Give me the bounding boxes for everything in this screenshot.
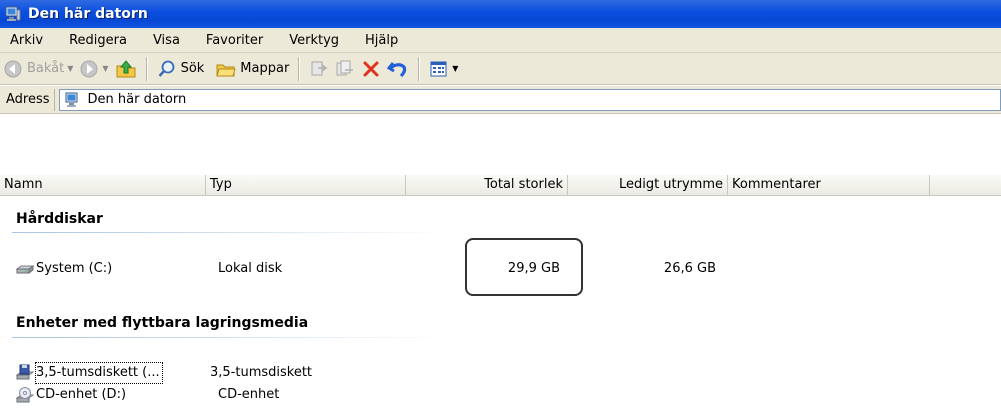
toolbar: Bakåt ▼ ▼ Sök Mappar ▼ [0,53,1001,85]
back-label: Bakåt [27,61,65,76]
forward-arrow-icon [80,60,98,77]
hard-drive-icon [16,265,34,274]
item-name-cell[interactable]: CD-enhet (D:) [16,385,126,405]
up-folder-button[interactable] [112,55,140,83]
forward-button[interactable]: ▼ [76,55,111,83]
search-label: Sök [180,61,205,76]
menu-hjalp[interactable]: Hjälp [357,33,406,48]
address-label: Adress [0,88,55,111]
address-bar: Adress Den här datorn [0,86,1001,114]
views-grid-icon [430,61,447,76]
toolbar-separator [145,56,148,81]
toolbar-separator [298,56,301,81]
column-name[interactable]: Namn [0,175,206,195]
my-computer-icon [5,6,21,21]
window-title: Den här datorn [28,6,148,22]
folders-icon [216,64,236,76]
list-item[interactable]: CD-enhet (D:) CD-enhet [0,385,1001,405]
item-name-cell[interactable]: 3,5-tumsdiskett (... [16,362,163,384]
column-free-space[interactable]: Ledigt utrymme [568,175,728,195]
delete-x-icon [363,61,379,76]
address-input[interactable]: Den här datorn [58,88,1001,111]
item-free-space: 26,6 GB [663,261,716,276]
search-icon [158,60,174,77]
chevron-down-icon[interactable]: ▼ [452,64,458,73]
column-empty [930,175,1001,195]
views-button[interactable]: ▼ [426,55,461,83]
floppy-drive-icon [16,364,34,380]
address-value: Den här datorn [87,92,187,107]
menu-bar: Arkiv Redigera Visa Favoriter Verktyg Hj… [0,28,1001,53]
item-type: 3,5-tumsdiskett [210,365,313,380]
column-comments[interactable]: Kommentarer [728,175,930,195]
column-header: Namn Typ Total storlek Ledigt utrymme Ko… [0,175,1001,196]
back-arrow-icon [4,60,22,77]
undo-arrow-icon [387,61,407,77]
item-name: CD-enhet (D:) [36,387,127,402]
menu-verktyg[interactable]: Verktyg [281,33,347,48]
menu-arkiv[interactable]: Arkiv [2,33,51,48]
group-divider [12,337,452,338]
column-header-row: Namn Typ Total storlek Ledigt utrymme Ko… [0,175,1001,196]
chevron-down-icon[interactable]: ▼ [102,64,108,73]
copy-to-button[interactable] [332,55,358,83]
delete-button[interactable] [358,55,384,83]
group-header-hard-drives: Hårddiskar [16,211,103,227]
item-name: 3,5-tumsdiskett (... [35,362,163,384]
item-name: System (C:) [36,261,113,276]
chevron-down-icon[interactable]: ▼ [67,64,73,73]
move-to-button[interactable] [306,55,332,83]
list-item[interactable]: 3,5-tumsdiskett (... 3,5-tumsdiskett [0,362,1001,384]
item-type: Lokal disk [218,261,283,276]
item-name-cell[interactable]: System (C:) [16,259,112,279]
group-header-removable-media: Enheter med flyttbara lagringsmedia [16,315,309,331]
group-divider [12,232,452,233]
back-button[interactable]: Bakåt ▼ [0,55,76,83]
column-total-size[interactable]: Total storlek [406,175,568,195]
menu-redigera[interactable]: Redigera [61,33,135,48]
menu-visa[interactable]: Visa [145,33,188,48]
up-folder-icon [116,59,136,77]
toolbar-separator [418,56,421,81]
my-computer-icon [65,92,78,107]
search-button[interactable]: Sök [154,55,208,83]
item-type: CD-enhet [218,387,280,402]
highlight-box [465,238,583,296]
move-to-icon [311,61,328,75]
folders-label: Mappar [240,61,290,76]
undo-button[interactable] [384,55,412,83]
title-bar[interactable]: Den här datorn [0,0,1001,28]
folders-button[interactable]: Mappar [213,55,292,83]
column-type[interactable]: Typ [206,175,406,195]
cd-drive-icon [16,387,34,403]
menu-favoriter[interactable]: Favoriter [198,33,271,48]
copy-to-icon [336,60,354,75]
